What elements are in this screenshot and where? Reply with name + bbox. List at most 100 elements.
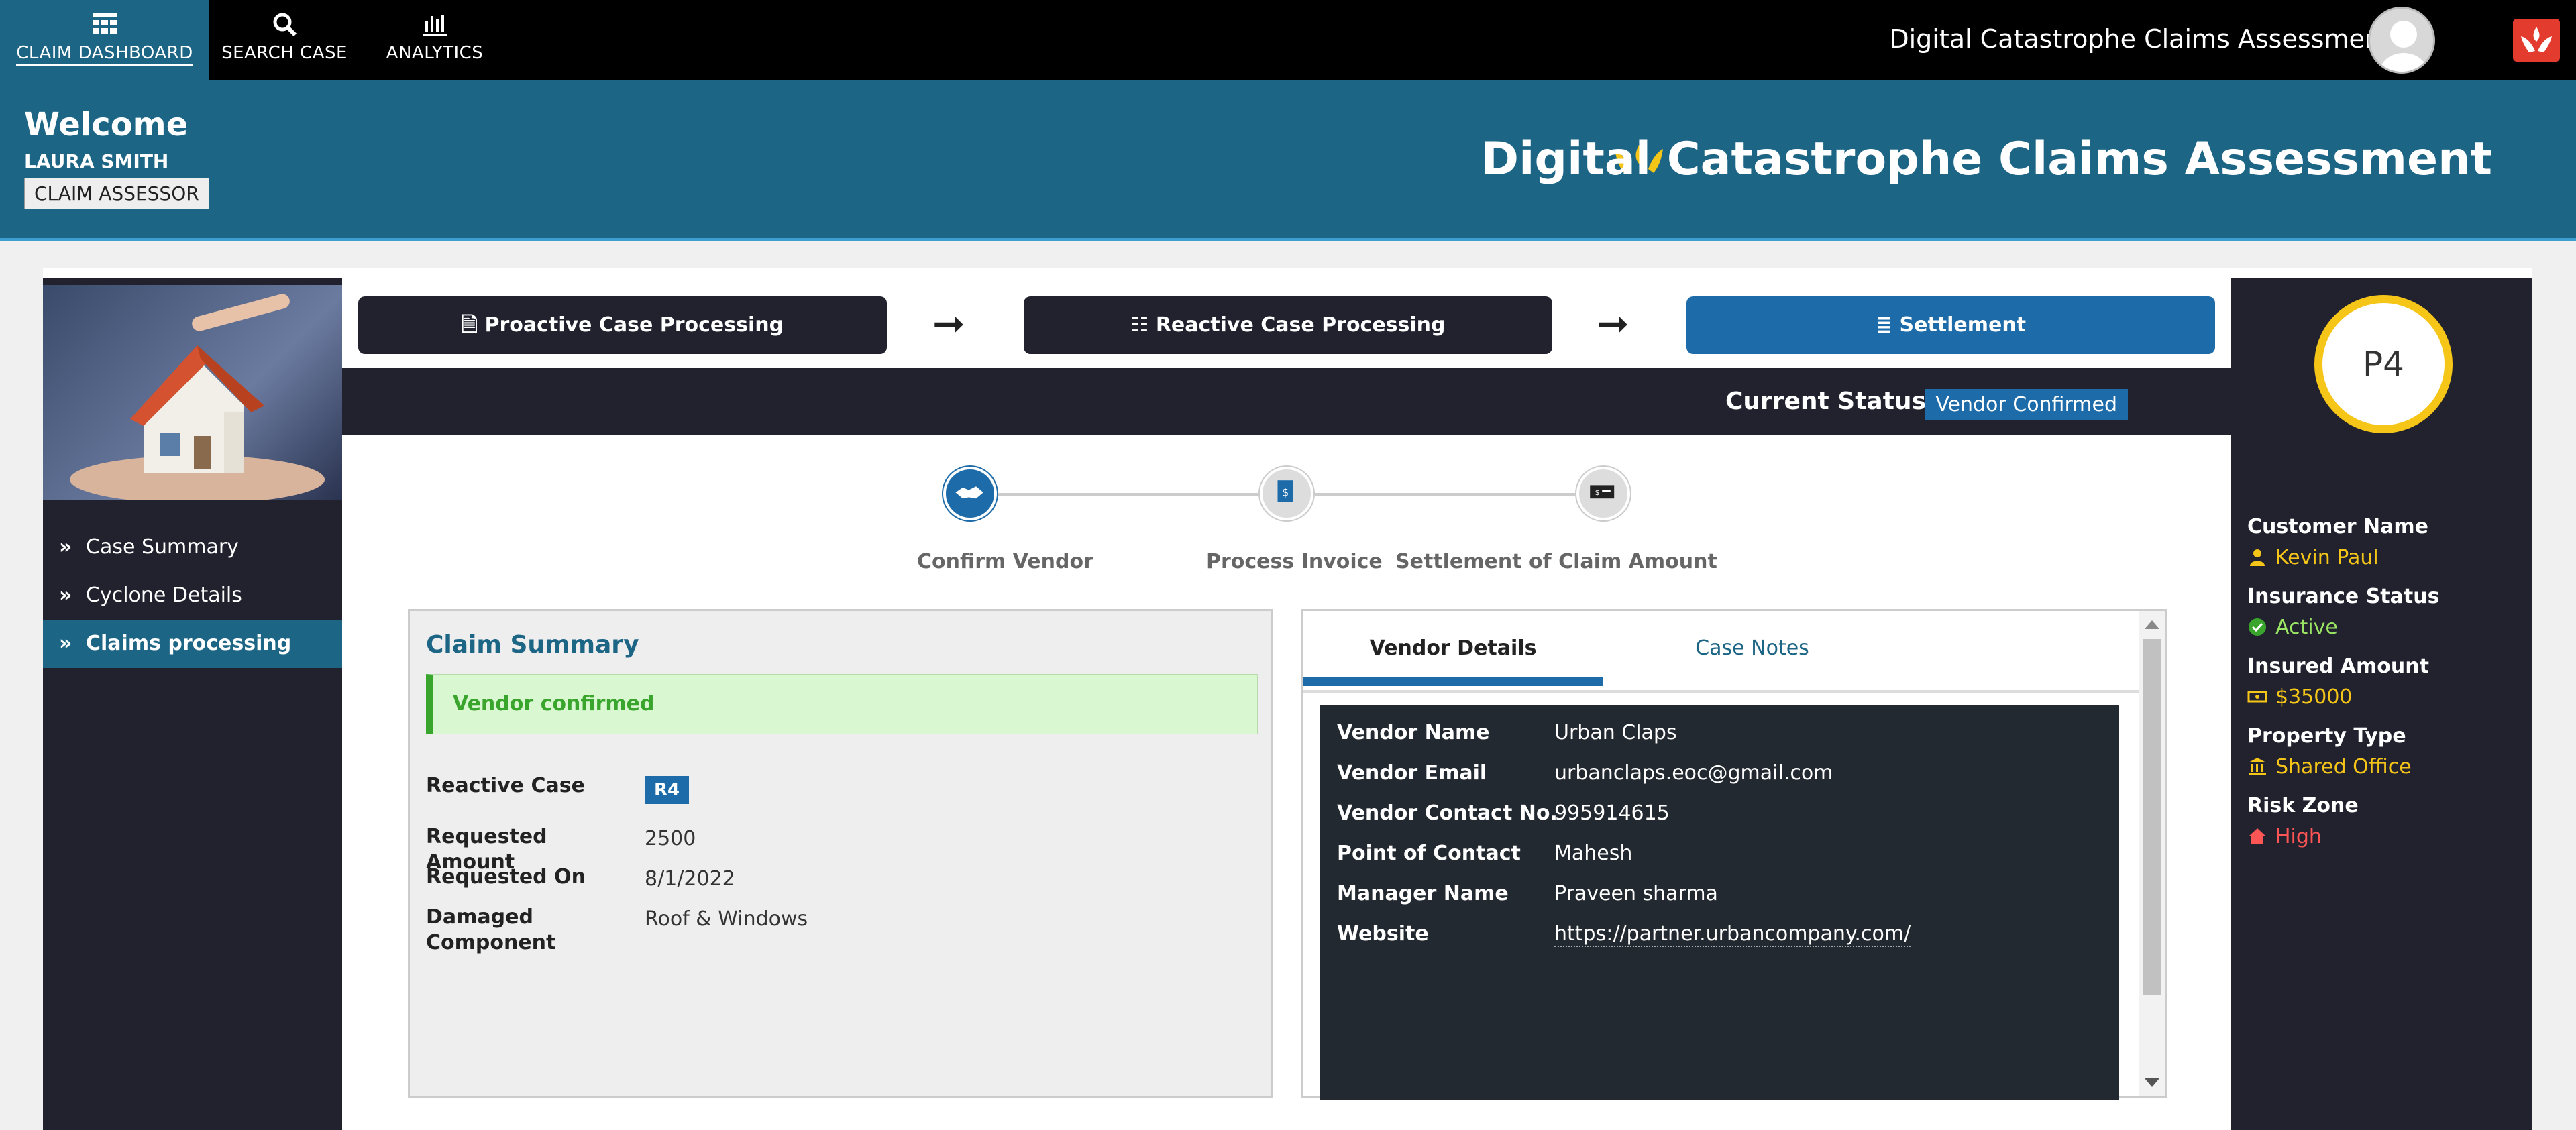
insurance-status-value: Active — [2247, 612, 2439, 642]
claim-summary-card: Claim Summary Vendor confirmed Reactive … — [408, 609, 1273, 1098]
vendor-value: urbanclaps.eoc@gmail.com — [1554, 761, 1833, 785]
double-chevron-right-icon: » — [59, 632, 72, 655]
role-badge: CLAIM ASSESSOR — [24, 178, 209, 209]
user-avatar-icon — [2379, 21, 2428, 72]
top-navbar: CLAIM DASHBOARD SEARCH CASE ANALYTICS Di… — [0, 0, 2576, 80]
scroll-up-arrow-icon[interactable] — [2145, 620, 2159, 629]
requested-amount-value: 2500 — [645, 827, 696, 850]
nav-analytics[interactable]: ANALYTICS — [370, 0, 499, 80]
reactive-case-label: Reactive Case — [426, 774, 585, 797]
bar-chart-icon — [423, 15, 447, 36]
vendor-key: Manager Name — [1337, 882, 1509, 905]
dashboard-grid-icon — [93, 13, 117, 34]
vendor-row: Vendor Email urbanclaps.eoc@gmail.com — [1320, 752, 2119, 792]
step-label: Proactive Case Processing — [484, 313, 784, 337]
timeline-connector — [1315, 493, 1610, 496]
risk-zone: High — [2275, 824, 2322, 848]
page-header: Welcome LAURA SMITH CLAIM ASSESSOR Digit… — [0, 80, 2576, 241]
brand-logo — [2513, 19, 2560, 62]
vendor-key: Vendor Contact No. — [1337, 801, 1558, 825]
tab-case-notes[interactable]: Case Notes — [1603, 611, 1902, 686]
status-badge: Vendor Confirmed — [1925, 389, 2128, 420]
brand-hands-icon — [2521, 27, 2552, 52]
welcome-text: Welcome — [24, 106, 189, 144]
sidebar-item-case-summary[interactable]: » Case Summary — [43, 523, 342, 571]
customer-info-list: Customer Name Kevin Paul Insurance Statu… — [2247, 503, 2439, 852]
step-proactive-case-processing[interactable]: 🗎 Proactive Case Processing — [358, 296, 887, 354]
insurance-status: Active — [2275, 615, 2338, 639]
sidebar-item-claims-processing[interactable]: » Claims processing — [43, 620, 342, 668]
risk-zone-label: Risk Zone — [2247, 794, 2359, 817]
timeline-label: Confirm Vendor — [917, 550, 1093, 573]
risk-zone-value: High — [2247, 821, 2439, 852]
process-steps: 🗎 Proactive Case Processing ➞ ☷ Reactive… — [342, 287, 2231, 368]
vendor-key: Vendor Email — [1337, 761, 1487, 785]
svg-text:$: $ — [1595, 488, 1600, 497]
institution-icon — [2249, 758, 2266, 775]
damaged-component-value: Roof & Windows — [645, 907, 808, 931]
page-title: Digital Catastrophe Claims Assessment — [1481, 133, 2492, 186]
insurance-status-label: Insurance Status — [2247, 585, 2440, 608]
vendor-value: Praveen sharma — [1554, 882, 1718, 905]
requested-on-value: 8/1/2022 — [645, 867, 735, 891]
handshake-icon — [955, 486, 983, 499]
scroll-down-arrow-icon[interactable] — [2145, 1078, 2159, 1087]
double-chevron-right-icon: » — [59, 535, 72, 559]
nav-label: SEARCH CASE — [221, 43, 347, 63]
timeline-label: Settlement of Claim Amount — [1395, 550, 1717, 573]
vendor-row: Vendor Name Urban Claps — [1320, 712, 2119, 752]
insured-amount: $35000 — [2275, 685, 2353, 709]
vendor-row: Vendor Contact No. 995914615 — [1320, 792, 2119, 832]
invoice-icon: $ — [1277, 480, 1293, 502]
search-icon — [273, 13, 297, 37]
property-type: Shared Office — [2275, 754, 2412, 779]
property-type-label: Property Type — [2247, 724, 2406, 748]
scrollbar-thumb[interactable] — [2143, 639, 2161, 995]
damaged-component-label: Damaged Component — [426, 905, 556, 954]
nav-label: CLAIM DASHBOARD — [16, 43, 193, 66]
insured-amount-value: $35000 — [2247, 681, 2439, 712]
check-circle-icon — [2249, 618, 2266, 636]
vendor-value: Urban Claps — [1554, 721, 1677, 744]
status-bar: Current Status Vendor Confirmed — [342, 368, 2231, 435]
money-bill-icon — [2247, 691, 2267, 703]
customer-name: Kevin Paul — [2275, 545, 2379, 569]
vendor-confirmed-alert: Vendor confirmed — [426, 674, 1258, 734]
step-reactive-case-processing[interactable]: ☷ Reactive Case Processing — [1024, 296, 1552, 354]
avatar[interactable] — [2368, 7, 2435, 74]
step-settlement[interactable]: ≣ Settlement — [1686, 296, 2215, 354]
timeline-step-settlement[interactable]: $ — [1576, 467, 1630, 520]
vendor-details-card: Vendor Details Case Notes Vendor Name Urb… — [1301, 609, 2167, 1100]
reactive-case-badge[interactable]: R4 — [645, 776, 690, 804]
user-icon — [2250, 549, 2265, 566]
svg-text:$: $ — [1282, 486, 1289, 499]
arrow-right-icon: ➞ — [932, 300, 965, 346]
vendor-value: 995914615 — [1554, 801, 1670, 825]
vendor-website-link[interactable]: https://partner.urbancompany.com/ — [1554, 922, 1911, 947]
double-chevron-right-icon: » — [59, 583, 72, 607]
vendor-value: Mahesh — [1554, 842, 1633, 865]
left-sidebar: » Case Summary » Cyclone Details » Claim… — [43, 278, 342, 1130]
document-icon: 🗎 — [461, 313, 485, 337]
timeline-label: Process Invoice — [1206, 550, 1383, 573]
step-label: Reactive Case Processing — [1155, 313, 1446, 337]
house-in-hand-illustration — [70, 294, 325, 500]
home-icon — [2249, 828, 2266, 844]
property-type-value: Shared Office — [2247, 751, 2439, 782]
claim-summary-title: Claim Summary — [426, 631, 639, 659]
customer-name-value: Kevin Paul — [2247, 542, 2439, 573]
tab-vendor-details[interactable]: Vendor Details — [1303, 611, 1603, 686]
timeline-step-confirm-vendor[interactable] — [943, 467, 997, 520]
requested-on-label: Requested On — [426, 865, 586, 889]
timeline-step-process-invoice[interactable]: $ — [1260, 467, 1313, 520]
app-selector-dropdown[interactable]: Digital Catastrophe Claims Assessment ▾ — [1889, 24, 2412, 54]
nav-claim-dashboard[interactable]: CLAIM DASHBOARD — [0, 0, 209, 80]
customer-name-label: Customer Name — [2247, 515, 2428, 539]
vendor-key: Point of Contact — [1337, 842, 1521, 865]
tab-divider — [1303, 690, 2143, 693]
sidebar-menu: » Case Summary » Cyclone Details » Claim… — [43, 523, 342, 668]
vertical-scrollbar[interactable] — [2139, 611, 2165, 1096]
nav-search-case[interactable]: SEARCH CASE — [209, 0, 360, 80]
sidebar-item-cyclone-details[interactable]: » Cyclone Details — [43, 571, 342, 620]
current-status-label: Current Status — [1725, 388, 1926, 415]
